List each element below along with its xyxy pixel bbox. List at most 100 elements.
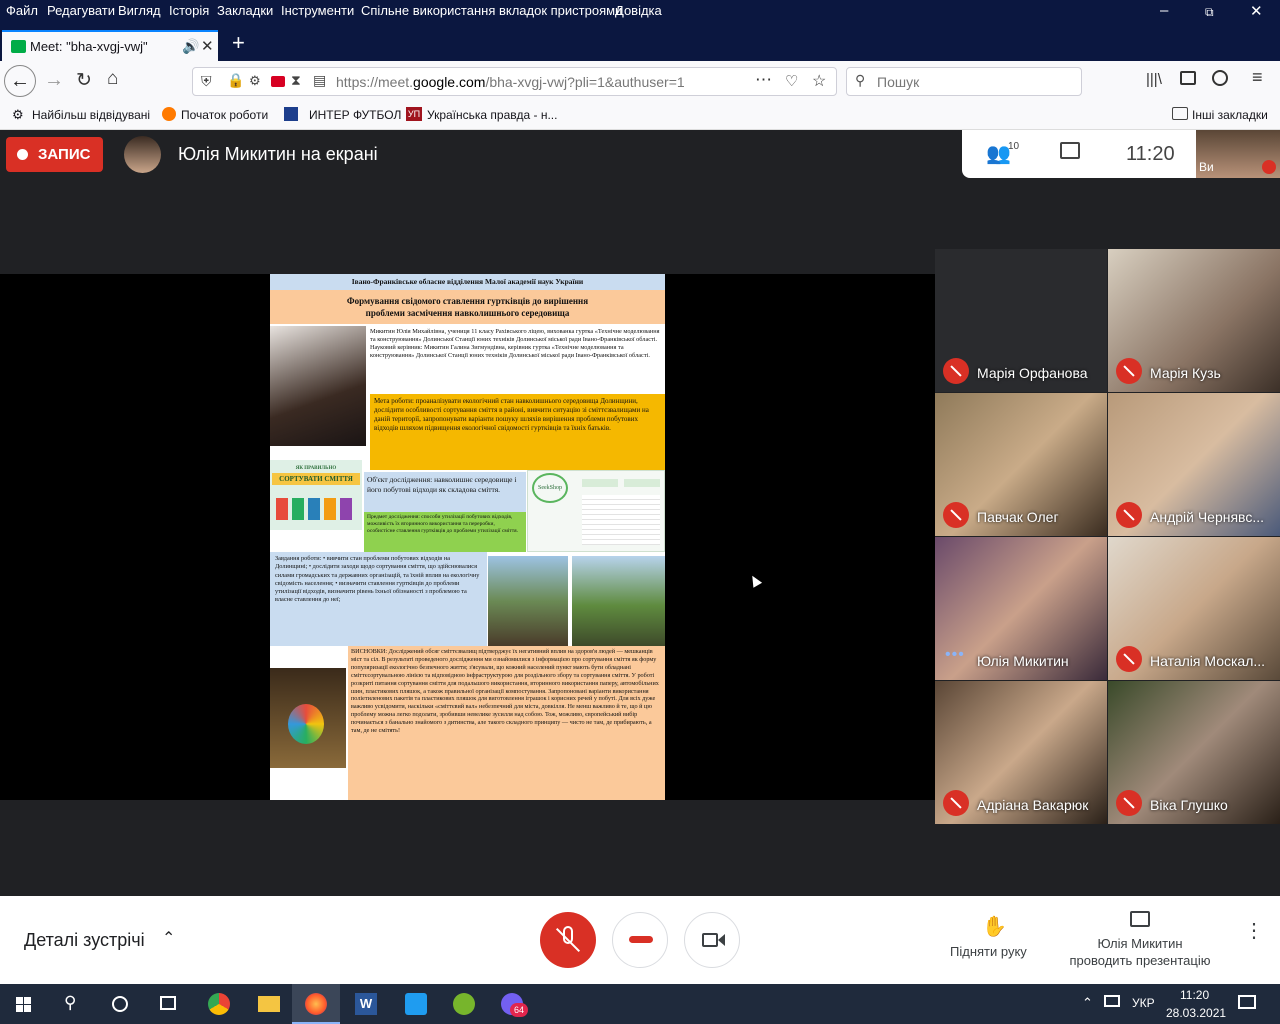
- participant-name: Віка Глушко: [1150, 797, 1228, 813]
- meeting-details-label[interactable]: Деталі зустрічі: [24, 930, 145, 951]
- lock-icon[interactable]: 🔒: [227, 72, 244, 89]
- bookmark-getting-started[interactable]: Початок роботи: [181, 108, 268, 122]
- close-window-icon[interactable]: ✕: [1250, 2, 1263, 20]
- menu-tab-sharing[interactable]: Спільне використання вкладок пристроями: [361, 3, 622, 18]
- presenting-line-1: Юлія Микитин: [1097, 936, 1183, 951]
- bookmark-most-visited[interactable]: Найбільш відвідувані: [32, 108, 150, 122]
- sorting-image: ЯК ПРАВИЛЬНО СОРТУВАТИ СМІТТЯ: [270, 460, 362, 530]
- goal-box: Мета роботи: проаналізувати екологічний …: [370, 394, 665, 470]
- seekshop-logo: SeekShop: [532, 473, 568, 503]
- chat-icon[interactable]: [1060, 142, 1080, 159]
- url-bar[interactable]: ⛨ 🔒 ⚙ ⧗ ▤ https://meet.google.com/bha-xv…: [192, 67, 837, 96]
- mic-blocked-icon[interactable]: ⧗: [291, 72, 301, 89]
- bookmark-star-icon[interactable]: ☆: [812, 71, 826, 91]
- presenting-line-2: проводить презентацію: [1069, 953, 1211, 968]
- vscode-icon: [405, 993, 427, 1015]
- participant-tile[interactable]: Марія Орфанова: [935, 249, 1107, 392]
- back-button[interactable]: ←: [4, 65, 36, 97]
- explorer-taskbar-button[interactable]: [244, 984, 292, 1024]
- participant-name: Наталія Москал...: [1150, 653, 1266, 669]
- more-options-icon[interactable]: ⋮: [1244, 921, 1264, 941]
- shield-icon[interactable]: ⛨: [201, 73, 212, 90]
- word-icon: W: [355, 993, 377, 1015]
- url-text[interactable]: https://meet.google.com/bha-xvgj-vwj?pli…: [336, 74, 685, 90]
- task-view-button[interactable]: [144, 984, 192, 1024]
- camera-sharing-icon[interactable]: [271, 76, 285, 87]
- pocket-icon[interactable]: ♡: [785, 72, 798, 90]
- message-icon[interactable]: ▤: [313, 72, 326, 89]
- windows-logo-icon: [16, 997, 23, 1004]
- menu-edit[interactable]: Редагувати: [47, 3, 115, 18]
- participant-tile[interactable]: Марія Кузь: [1108, 249, 1280, 392]
- menu-bookmarks[interactable]: Закладки: [217, 3, 273, 18]
- more-actions-icon[interactable]: ⋯: [755, 70, 772, 90]
- presenting-button[interactable]: Юлія Микитин проводить презентацію: [1058, 908, 1222, 972]
- participant-tile[interactable]: Андрій Чернявс...: [1108, 393, 1280, 536]
- mic-off-icon: [1116, 358, 1142, 384]
- reload-button[interactable]: ↻: [76, 69, 92, 92]
- menu-help[interactable]: Довідка: [615, 3, 662, 18]
- taskbar-time[interactable]: 11:20: [1180, 988, 1209, 1002]
- library-icon[interactable]: |||\: [1146, 71, 1162, 88]
- app-menu-icon[interactable]: ≡: [1252, 67, 1263, 88]
- firefox-icon: [162, 107, 176, 121]
- participant-tile[interactable]: Віка Глушко: [1108, 681, 1280, 824]
- network-icon[interactable]: [1104, 995, 1120, 1007]
- new-tab-icon[interactable]: +: [232, 30, 245, 56]
- record-label: ЗАПИС: [38, 146, 91, 163]
- account-icon[interactable]: [1212, 70, 1228, 86]
- forward-button[interactable]: →: [44, 69, 64, 92]
- chrome-icon: [208, 993, 230, 1015]
- utorrent-taskbar-button[interactable]: [440, 984, 488, 1024]
- participant-tile[interactable]: Наталія Москал...: [1108, 537, 1280, 680]
- raise-hand-button[interactable]: ✋ Підняти руку: [942, 914, 1042, 964]
- sorting-banner-2: СОРТУВАТИ СМІТТЯ: [272, 473, 360, 485]
- vscode-taskbar-button[interactable]: [392, 984, 440, 1024]
- mic-off-icon: [1116, 502, 1142, 528]
- language-indicator[interactable]: УКР: [1132, 996, 1155, 1010]
- gear-icon: ⚙: [12, 107, 24, 122]
- chevron-up-icon[interactable]: ⌃: [162, 928, 175, 948]
- bookmark-other[interactable]: Інші закладки: [1192, 108, 1268, 122]
- speaker-icon[interactable]: 🔊: [182, 38, 199, 55]
- minimize-icon[interactable]: –: [1160, 2, 1168, 19]
- restore-icon[interactable]: ⧉: [1205, 5, 1214, 20]
- menu-view[interactable]: Вигляд: [118, 3, 161, 18]
- participant-tile[interactable]: ••• Юлія Микитин: [935, 537, 1107, 680]
- camera-toggle-button[interactable]: [684, 912, 740, 968]
- windows-logo-icon-3: [16, 1005, 23, 1012]
- participant-name: Марія Орфанова: [977, 365, 1088, 381]
- menu-history[interactable]: Історія: [169, 3, 209, 18]
- object-box: Об'єкт дослідження: навколишнє середовищ…: [364, 472, 526, 512]
- sidebar-icon[interactable]: [1180, 71, 1196, 85]
- tab-meet[interactable]: Meet: "bha-xvgj-vwj" 🔊 ✕: [2, 30, 218, 61]
- chrome-taskbar-button[interactable]: [194, 984, 242, 1024]
- word-taskbar-button[interactable]: W: [342, 984, 390, 1024]
- start-button[interactable]: [0, 984, 48, 1024]
- bookmark-inter[interactable]: ИНТЕР ФУТБОЛ: [309, 108, 401, 122]
- present-screen-icon: [1130, 911, 1150, 927]
- notifications-icon[interactable]: [1238, 995, 1256, 1009]
- menu-tools[interactable]: Інструменти: [281, 3, 354, 18]
- mic-toggle-button[interactable]: [540, 912, 596, 968]
- search-bar[interactable]: ⚲ Пошук: [846, 67, 1082, 96]
- cortana-button[interactable]: [96, 984, 144, 1024]
- bookmark-pravda[interactable]: Українська правда - н...: [427, 108, 557, 122]
- firefox-taskbar-button[interactable]: [292, 984, 340, 1024]
- leave-call-button[interactable]: [612, 912, 668, 968]
- participant-tile[interactable]: Павчак Олег: [935, 393, 1107, 536]
- permissions-icon[interactable]: ⚙: [249, 73, 261, 89]
- search-icon: ⚲: [64, 993, 77, 1012]
- taskbar-date[interactable]: 28.03.2021: [1166, 1006, 1226, 1020]
- search-taskbar-button[interactable]: ⚲: [48, 984, 96, 1024]
- menu-file[interactable]: Файл: [6, 3, 38, 18]
- firefox-icon: [305, 993, 327, 1015]
- viber-taskbar-button[interactable]: 64: [488, 984, 536, 1024]
- close-tab-icon[interactable]: ✕: [201, 37, 214, 55]
- participant-tile[interactable]: Адріана Вакарюк: [935, 681, 1107, 824]
- mic-off-icon: [943, 502, 969, 528]
- home-button[interactable]: ⌂: [107, 68, 118, 90]
- record-badge[interactable]: ЗАПИС: [6, 137, 103, 172]
- tray-chevron-icon[interactable]: ⌃: [1082, 995, 1093, 1011]
- bin-purple-icon: [340, 498, 352, 520]
